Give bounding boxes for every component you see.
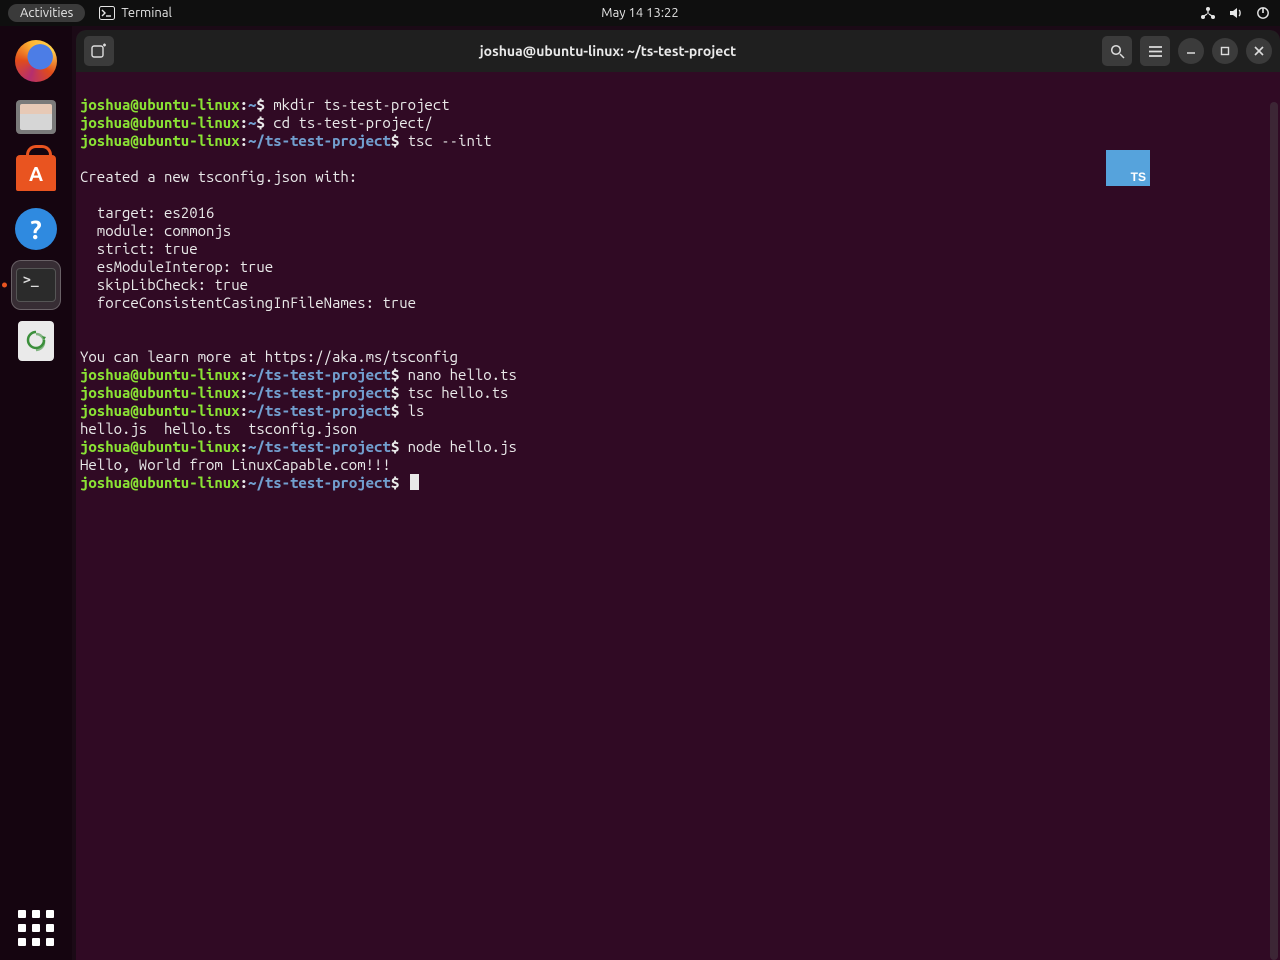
terminal-output[interactable]: joshua@ubuntu-linux:~$ mkdir ts-test-pro… bbox=[76, 72, 1280, 960]
output-line: Created a new tsconfig.json with: bbox=[80, 168, 357, 185]
help-icon: ? bbox=[15, 208, 57, 250]
topbar-app-label: Terminal bbox=[121, 6, 172, 20]
output-line: strict: true bbox=[80, 240, 198, 257]
output-line: module: commonjs bbox=[80, 222, 231, 239]
trash-icon bbox=[18, 321, 54, 361]
dock-trash[interactable] bbox=[11, 316, 61, 366]
terminal-icon bbox=[16, 268, 56, 302]
minimize-icon bbox=[1186, 46, 1196, 56]
show-applications[interactable] bbox=[0, 910, 72, 946]
activities-button[interactable]: Activities bbox=[8, 4, 85, 22]
output-line: You can learn more at https://aka.ms/tsc… bbox=[80, 348, 458, 365]
cmd-line: node hello.js bbox=[408, 438, 517, 455]
apps-grid-icon bbox=[18, 910, 54, 946]
ts-file-badge: TS bbox=[1106, 150, 1150, 186]
search-icon bbox=[1110, 44, 1125, 59]
output-line: esModuleInterop: true bbox=[80, 258, 273, 275]
system-tray[interactable] bbox=[1200, 6, 1270, 20]
output-line: forceConsistentCasingInFileNames: true bbox=[80, 294, 416, 311]
menu-button[interactable] bbox=[1140, 36, 1170, 66]
files-icon bbox=[16, 100, 56, 134]
output-line: target: es2016 bbox=[80, 204, 214, 221]
new-tab-icon bbox=[91, 43, 107, 59]
network-icon[interactable] bbox=[1200, 6, 1216, 20]
dock-firefox[interactable] bbox=[11, 36, 61, 86]
clock[interactable]: May 14 13:22 bbox=[601, 6, 678, 20]
maximize-icon bbox=[1220, 46, 1230, 56]
close-icon bbox=[1254, 46, 1264, 56]
new-tab-button[interactable] bbox=[84, 36, 114, 66]
cmd-line: cd ts-test-project/ bbox=[273, 114, 433, 131]
terminal-icon bbox=[99, 6, 115, 20]
window-title: joshua@ubuntu-linux: ~/ts-test-project bbox=[114, 43, 1102, 59]
volume-icon[interactable] bbox=[1228, 6, 1244, 20]
search-button[interactable] bbox=[1102, 36, 1132, 66]
power-icon[interactable] bbox=[1256, 6, 1270, 20]
top-bar: Activities Terminal May 14 13:22 bbox=[0, 0, 1280, 26]
cmd-line: mkdir ts-test-project bbox=[273, 96, 449, 113]
topbar-app-indicator[interactable]: Terminal bbox=[99, 6, 172, 20]
software-center-icon bbox=[16, 155, 56, 191]
output-line: skipLibCheck: true bbox=[80, 276, 248, 293]
terminal-window: joshua@ubuntu-linux: ~/ts-test-project j… bbox=[76, 30, 1280, 960]
output-line: hello.js hello.ts tsconfig.json bbox=[80, 420, 357, 437]
output-line: Hello, World from LinuxCapable.com!!! bbox=[80, 456, 391, 473]
cmd-line: tsc hello.ts bbox=[408, 384, 509, 401]
close-button[interactable] bbox=[1246, 38, 1272, 64]
dock: ? bbox=[0, 26, 72, 960]
cmd-line: ls bbox=[408, 402, 425, 419]
hamburger-icon bbox=[1148, 45, 1163, 58]
dock-files[interactable] bbox=[11, 92, 61, 142]
cmd-line: nano hello.ts bbox=[408, 366, 517, 383]
cmd-line: tsc --init bbox=[408, 132, 492, 149]
scrollbar[interactable] bbox=[1270, 102, 1278, 960]
maximize-button[interactable] bbox=[1212, 38, 1238, 64]
title-bar[interactable]: joshua@ubuntu-linux: ~/ts-test-project bbox=[76, 30, 1280, 72]
minimize-button[interactable] bbox=[1178, 38, 1204, 64]
dock-terminal[interactable] bbox=[11, 260, 61, 310]
prompt-user: joshua@ubuntu-linux bbox=[80, 96, 240, 113]
dock-help[interactable]: ? bbox=[11, 204, 61, 254]
firefox-icon bbox=[15, 40, 57, 82]
cursor bbox=[410, 474, 419, 490]
dock-software[interactable] bbox=[11, 148, 61, 198]
